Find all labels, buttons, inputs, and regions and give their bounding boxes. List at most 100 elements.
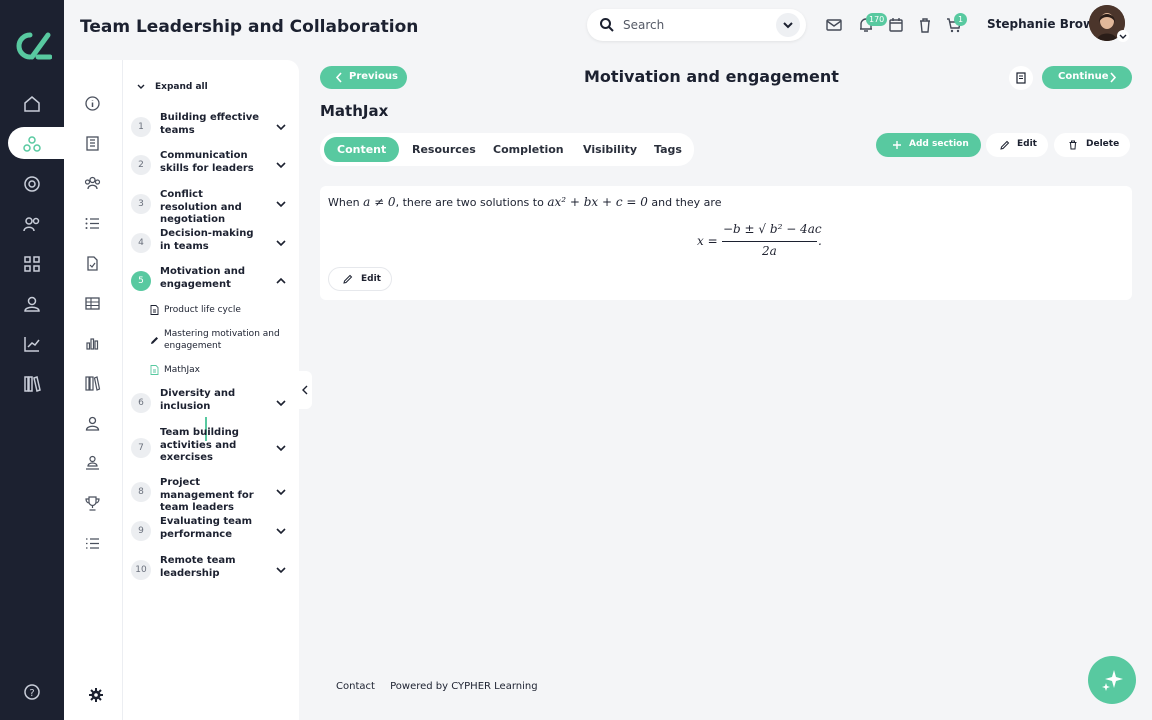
checklist-icon[interactable]: [84, 535, 101, 552]
math-equation: ax² + bx + c = 0: [547, 195, 648, 209]
notes-icon[interactable]: [1009, 66, 1033, 90]
continue-button[interactable]: Continue: [1042, 66, 1132, 89]
app-rail: ?: [0, 0, 68, 720]
module-number: 5: [131, 271, 151, 291]
bar-chart-icon[interactable]: [84, 335, 101, 352]
search-bar[interactable]: Search: [587, 9, 806, 41]
analytics-icon[interactable]: [22, 334, 42, 354]
user-name[interactable]: Stephanie Brown: [987, 17, 1103, 31]
delete-button[interactable]: Delete: [1054, 133, 1130, 157]
content-card: When a ≠ 0, there are two solutions to a…: [320, 186, 1132, 300]
svg-text:?: ?: [29, 688, 34, 699]
pencil-icon: [1000, 140, 1010, 150]
mail-icon[interactable]: [825, 16, 843, 34]
chevron-down-icon[interactable]: [274, 441, 288, 455]
chevron-down-icon[interactable]: [274, 396, 288, 410]
previous-button[interactable]: Previous: [320, 66, 407, 89]
chevron-down-icon[interactable]: [274, 485, 288, 499]
module-number: 7: [131, 438, 151, 458]
module-title: Building effective teams: [160, 112, 260, 136]
module-number: 4: [131, 233, 151, 253]
module-number: 10: [131, 560, 151, 580]
mentor-icon[interactable]: [84, 455, 101, 472]
tab-completion[interactable]: Completion: [493, 137, 564, 162]
table-icon[interactable]: [84, 295, 101, 312]
content-edit-button[interactable]: Edit: [328, 267, 392, 291]
home-icon[interactable]: [22, 94, 42, 114]
chevron-down-icon[interactable]: [274, 563, 288, 577]
section-title: MathJax: [320, 102, 389, 120]
add-section-button[interactable]: Add section: [876, 133, 981, 157]
chevron-right-icon: [1108, 72, 1118, 83]
math-condition: a ≠ 0: [363, 195, 396, 209]
content-type-icon-column: [64, 60, 123, 720]
help-icon[interactable]: ?: [22, 682, 42, 702]
groups-icon[interactable]: [22, 214, 42, 234]
module-title: Diversity and inclusion: [160, 388, 236, 412]
module-number: 6: [131, 393, 151, 413]
cypher-logo[interactable]: [12, 30, 52, 62]
chevron-left-icon: [334, 72, 344, 83]
trophy-icon[interactable]: [84, 495, 101, 512]
module-title: Team building activities and exercises: [160, 427, 239, 463]
user-icon[interactable]: [22, 294, 42, 314]
chevron-down-icon[interactable]: [274, 236, 288, 250]
module-title: Motivation and engagement: [160, 266, 245, 290]
library-icon[interactable]: [22, 374, 42, 394]
module-number: 3: [131, 194, 151, 214]
module-title: Conflict resolution and negotiation: [160, 189, 242, 225]
page-title: Team Leadership and Collaboration: [80, 17, 419, 37]
chevron-up-icon[interactable]: [274, 274, 288, 288]
tab-visibility[interactable]: Visibility: [583, 137, 637, 162]
course-outline-panel: Expand all 1 Building effective teams 2 …: [64, 60, 299, 720]
formula-period: .: [818, 234, 822, 248]
expand-all-chevron-icon[interactable]: [136, 82, 146, 92]
book-icon[interactable]: [84, 135, 101, 152]
settings-gear-icon[interactable]: [89, 688, 103, 702]
formula-numerator: −b ± √ b² − 4ac: [723, 222, 822, 236]
fraction-bar: [722, 241, 817, 242]
contact-link[interactable]: Contact: [336, 681, 375, 692]
pencil-icon: [343, 274, 353, 284]
apps-grid-icon[interactable]: [22, 254, 42, 274]
chevron-down-icon[interactable]: [274, 524, 288, 538]
module-title: Decision-making in teams: [160, 228, 254, 252]
trash-icon[interactable]: [916, 16, 934, 34]
books-icon[interactable]: [84, 375, 101, 392]
tab-content[interactable]: Content: [324, 137, 400, 162]
collapse-sidebar-button[interactable]: [298, 371, 312, 409]
edit-button[interactable]: Edit: [986, 133, 1048, 157]
content-paragraph: When a ≠ 0, there are two solutions to a…: [328, 195, 722, 209]
search-input[interactable]: Search: [623, 18, 664, 32]
courses-icon[interactable]: [22, 134, 42, 154]
formula-lhs: x =: [697, 234, 718, 248]
list-icon[interactable]: [84, 215, 101, 232]
page-icon: [150, 365, 159, 375]
search-scope-dropdown[interactable]: [776, 13, 800, 37]
trash-icon: [1068, 140, 1078, 150]
people-icon[interactable]: [84, 175, 101, 192]
search-icon: [599, 17, 615, 33]
chevron-down-icon[interactable]: [274, 197, 288, 211]
module-title: Evaluating team performance: [160, 516, 253, 540]
chevron-down-icon[interactable]: [274, 158, 288, 172]
calendar-icon[interactable]: [887, 16, 905, 34]
ai-assistant-button[interactable]: [1088, 656, 1136, 704]
notifications-badge: 170: [866, 13, 888, 26]
tab-tags[interactable]: Tags: [654, 137, 682, 162]
module-title: Project management for team leaders: [160, 477, 254, 513]
footer: Contact Powered by CYPHER Learning: [336, 681, 550, 692]
info-icon[interactable]: [84, 95, 101, 112]
target-icon[interactable]: [22, 174, 42, 194]
chevron-down-icon[interactable]: [274, 120, 288, 134]
powered-by-text: Powered by CYPHER Learning: [390, 681, 538, 692]
module-number: 2: [131, 155, 151, 175]
assignment-icon[interactable]: [84, 255, 101, 272]
expand-all-button[interactable]: Expand all: [155, 82, 208, 92]
tab-resources[interactable]: Resources: [412, 137, 476, 162]
plus-icon: [892, 140, 902, 150]
user-menu-chevron-icon[interactable]: [1117, 30, 1129, 42]
person-icon[interactable]: [84, 415, 101, 432]
section-tabs: Content Resources Completion Visibility …: [320, 133, 694, 166]
formula-denominator: 2a: [762, 244, 777, 258]
